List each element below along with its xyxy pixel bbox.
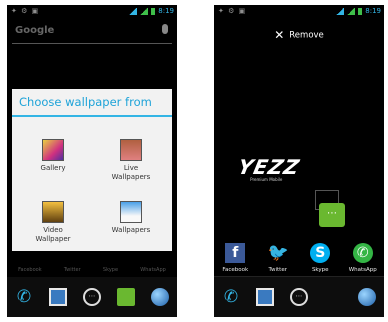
gallery-option[interactable]: Gallery	[14, 139, 92, 173]
wallpapers-option[interactable]: Wallpapers	[92, 201, 170, 235]
skype-icon: S	[310, 243, 331, 263]
video-wallpaper-icon	[42, 201, 64, 223]
search-placeholder: Google	[15, 25, 55, 36]
social-apps-row: f Facebook 🐦 Twitter S Skype ✆ WhatsApp	[214, 243, 384, 273]
logo-text: YEZZ	[235, 155, 303, 179]
dock: ✆ ⋯	[214, 277, 384, 317]
status-bar: ✦ ⚙ ▣ 8:19	[214, 5, 384, 18]
microphone-icon[interactable]	[162, 24, 168, 34]
whatsapp-icon: ✆	[352, 243, 373, 263]
status-bar: ✦ ⚙ ▣ 8:19	[7, 5, 177, 18]
wallpaper-chooser-dialog: Choose wallpaper from Gallery Live Wallp…	[12, 89, 172, 251]
option-label: Live Wallpapers	[111, 164, 151, 181]
phone-icon[interactable]: ✆	[222, 288, 240, 306]
app-label: Facebook	[222, 267, 249, 273]
signal-icon	[140, 7, 149, 15]
app-label: Skype	[311, 267, 329, 273]
background-label: Twitter	[63, 267, 81, 273]
phone-screen-left: ✦ ⚙ ▣ 8:19 Google Choose wallpaper from …	[7, 5, 177, 317]
wifi-icon	[129, 7, 138, 15]
status-indicators: 8:19	[336, 7, 381, 15]
option-label: Gallery	[40, 164, 66, 172]
notification-icons: ✦ ⚙ ▣	[218, 7, 247, 15]
app-drawer-icon[interactable]: ⋯	[83, 288, 101, 306]
notification-icons: ✦ ⚙ ▣	[11, 7, 40, 15]
twitter-app[interactable]: 🐦 Twitter	[258, 243, 298, 273]
live-wallpapers-option[interactable]: Live Wallpapers	[92, 139, 170, 182]
remove-drop-target[interactable]: ✕ Remove	[214, 23, 384, 47]
app-label: Twitter	[268, 267, 287, 273]
yezz-logo: YEZZ Premium Mobile	[235, 155, 302, 182]
gallery-icon	[42, 139, 64, 161]
google-search-bar[interactable]: Google	[12, 21, 172, 44]
background-label: Skype	[102, 267, 119, 273]
browser-icon[interactable]	[151, 288, 169, 306]
status-indicators: 8:19	[129, 7, 174, 15]
background-app-labels: Facebook Twitter Skype WhatsApp	[7, 267, 177, 273]
background-label: Facebook	[18, 267, 42, 273]
empty-dock-slot	[324, 288, 342, 306]
messaging-icon[interactable]	[117, 288, 135, 306]
live-wallpapers-icon	[120, 139, 142, 161]
contacts-icon[interactable]	[256, 288, 274, 306]
background-label: WhatsApp	[140, 267, 166, 273]
option-label: Wallpapers	[111, 226, 151, 234]
browser-icon[interactable]	[358, 288, 376, 306]
twitter-icon: 🐦	[267, 243, 289, 263]
skype-app[interactable]: S Skype	[300, 243, 340, 273]
phone-icon[interactable]: ✆	[15, 288, 33, 306]
battery-icon	[358, 7, 363, 15]
option-label: Video Wallpaper	[35, 226, 71, 243]
close-icon: ✕	[274, 28, 285, 42]
dock: ✆ ⋯	[7, 277, 177, 317]
video-wallpaper-option[interactable]: Video Wallpaper	[14, 201, 92, 244]
battery-icon	[151, 7, 156, 15]
whatsapp-app[interactable]: ✆ WhatsApp	[343, 243, 383, 273]
remove-label: Remove	[289, 30, 324, 41]
app-label: WhatsApp	[348, 267, 377, 273]
facebook-app[interactable]: f Facebook	[215, 243, 255, 273]
signal-icon	[347, 7, 356, 15]
facebook-icon: f	[225, 243, 246, 263]
dialog-title: Choose wallpaper from	[12, 89, 172, 117]
wifi-icon	[336, 7, 345, 15]
phone-screen-right: ✦ ⚙ ▣ 8:19 ✕ Remove YEZZ Premium Mobile ⋯…	[214, 5, 384, 317]
clock: 8:19	[158, 7, 174, 15]
wallpapers-icon	[120, 201, 142, 223]
contacts-icon[interactable]	[49, 288, 67, 306]
app-drawer-icon[interactable]: ⋯	[290, 288, 308, 306]
dragged-messaging-icon[interactable]: ⋯	[319, 203, 345, 227]
logo-subtext: Premium Mobile	[250, 177, 283, 182]
clock: 8:19	[365, 7, 381, 15]
